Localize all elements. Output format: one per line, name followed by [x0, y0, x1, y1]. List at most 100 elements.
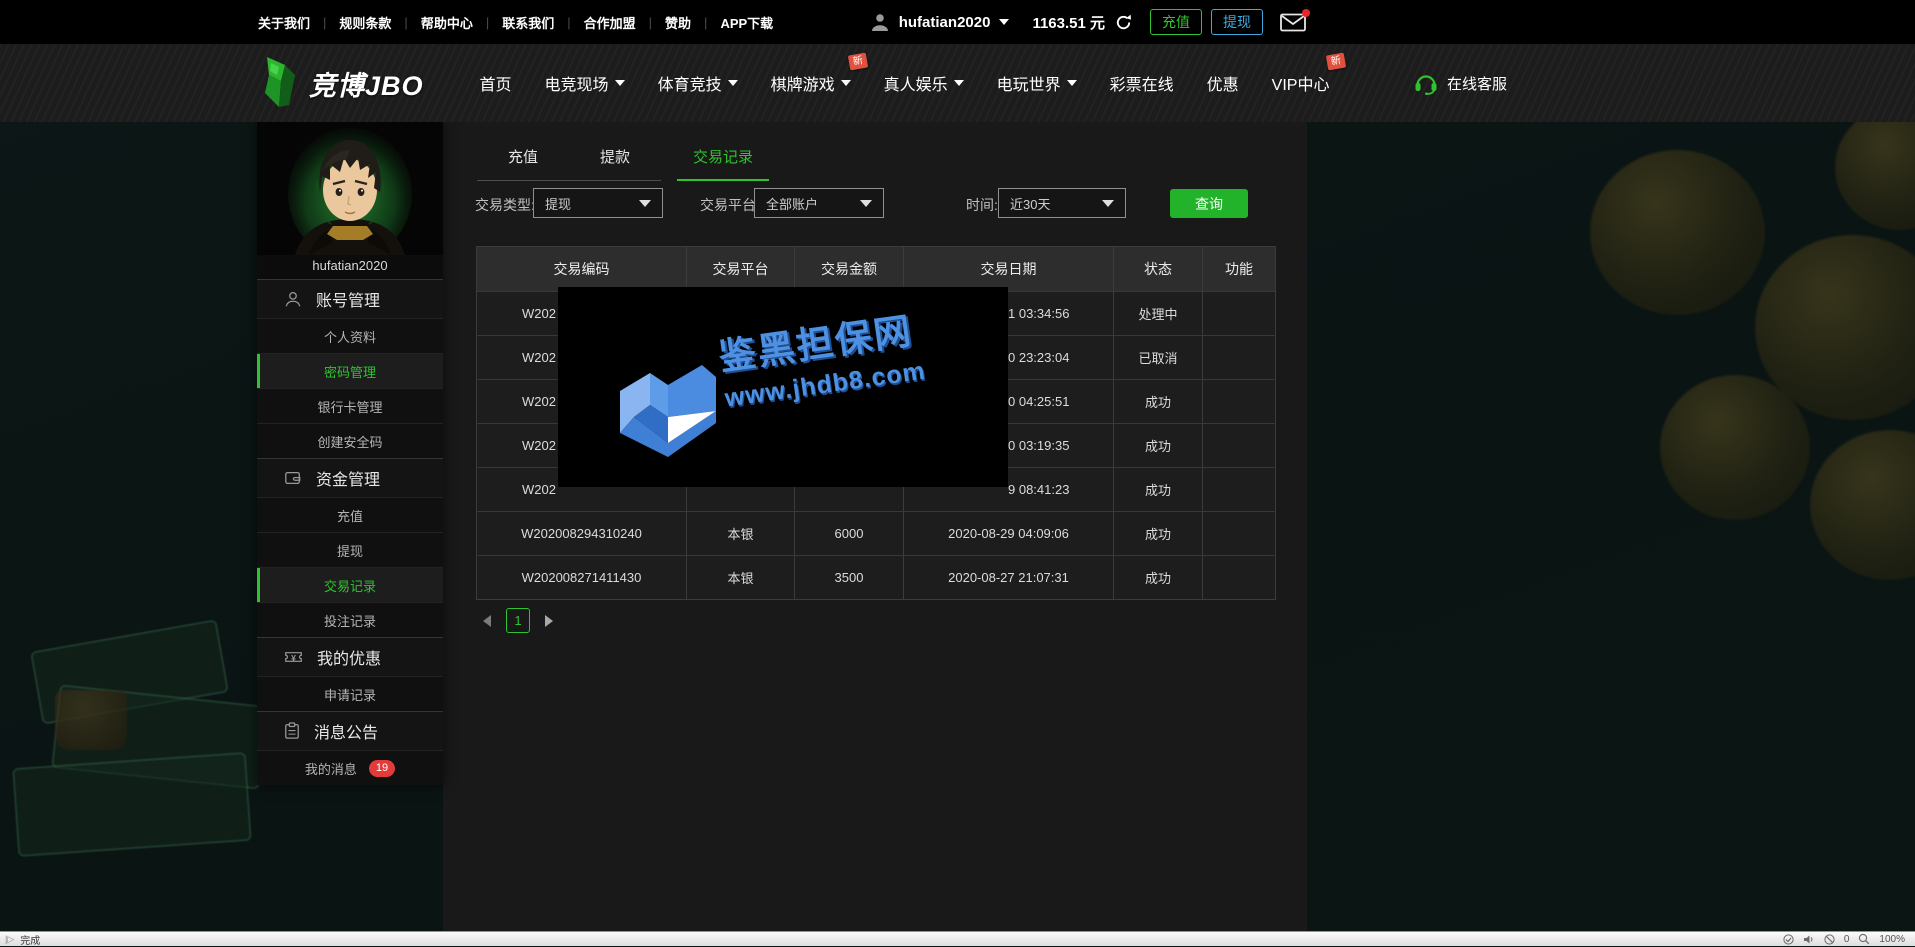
filters: 交易类型: 提现 交易平台: 全部账户 时间: 近30天 查询 [443, 188, 1307, 220]
unread-count-badge: 19 [369, 760, 395, 777]
security-check-icon[interactable] [1783, 934, 1794, 945]
transaction-type-select[interactable]: 提现 [533, 188, 663, 218]
watermark-text: 鉴黑担保网 www.jhdb8.com [715, 299, 928, 413]
coin-decor [1590, 150, 1765, 315]
cell-code: W202008271411430 [477, 556, 687, 599]
cell-actions [1203, 336, 1275, 379]
tab-item[interactable]: 充值 [477, 146, 569, 181]
logo-text: 竞博JBO [309, 64, 424, 103]
chevron-down-icon [841, 80, 851, 86]
headset-icon [1414, 72, 1438, 95]
sidebar-section-header[interactable]: 账号管理 [257, 279, 443, 318]
sidebar-item[interactable]: 创建安全码 [257, 423, 443, 458]
cell-actions [1203, 424, 1275, 467]
sidebar-item[interactable]: 我的消息19 [257, 750, 443, 785]
chevron-down-icon [1102, 200, 1114, 207]
cell-actions [1203, 292, 1275, 335]
sidebar-section-title: 我的优惠 [317, 645, 381, 669]
cell-amount: 6000 [795, 512, 904, 555]
sidebar-item[interactable]: 投注记录 [257, 602, 443, 637]
topbar-link[interactable]: 赞助 [665, 13, 691, 32]
cell-actions [1203, 512, 1275, 555]
refresh-icon[interactable] [1114, 13, 1133, 32]
column-header: 交易编码 [477, 247, 687, 291]
nav-item[interactable]: 真人娱乐 [884, 71, 964, 95]
nav-item[interactable]: 体育竞技 [658, 71, 738, 95]
tab-item[interactable]: 提款 [569, 146, 661, 181]
nav-item[interactable]: 棋牌游戏新 [771, 71, 851, 95]
cell-actions [1203, 556, 1275, 599]
watermark-logo [616, 359, 720, 464]
cell-code: W202008294310240 [477, 512, 687, 555]
customer-service[interactable]: 在线客服 [1414, 72, 1507, 95]
customer-service-label: 在线客服 [1447, 73, 1507, 94]
sidebar-item[interactable]: 提现 [257, 532, 443, 567]
cell-platform: 本银 [687, 556, 795, 599]
zoom-icon[interactable] [1858, 933, 1870, 945]
chevron-down-icon [639, 200, 651, 207]
table-row: W202008271411430本银35002020-08-27 21:07:3… [477, 555, 1275, 599]
navbar: 竞博JBO 首页 电竞现场 体育竞技 棋牌游戏新 真人娱乐 电玩世界 彩票在线 优惠 VIP中心… [0, 44, 1915, 122]
topbar-link[interactable]: 联系我们 [502, 13, 554, 32]
table-row: W202008294310240本银60002020-08-29 04:09:0… [477, 511, 1275, 555]
speaker-icon[interactable] [1803, 934, 1815, 945]
next-page-button[interactable] [545, 615, 553, 627]
user-icon [870, 12, 890, 32]
chevron-down-icon [954, 80, 964, 86]
logo[interactable]: 竞博JBO [255, 55, 424, 111]
page-number[interactable]: 1 [506, 608, 530, 633]
nav-item[interactable]: 优惠 [1207, 71, 1239, 95]
avatar [257, 122, 443, 255]
topbar-link[interactable]: APP下载 [720, 13, 773, 32]
search-button[interactable]: 查询 [1170, 189, 1248, 218]
chevron-down-icon [615, 80, 625, 86]
cell-status: 处理中 [1114, 292, 1203, 335]
nav-item[interactable]: 电竞现场 [545, 71, 625, 95]
sidebar-item[interactable]: 申请记录 [257, 676, 443, 711]
topbar-link[interactable]: 关于我们 [258, 13, 310, 32]
username[interactable]: hufatian2020 [899, 14, 991, 31]
mail-icon[interactable] [1280, 13, 1306, 32]
topbar-links: 关于我们|规则条款|帮助中心|联系我们|合作加盟|赞助|APP下载 [258, 13, 773, 32]
time-range-select[interactable]: 近30天 [998, 188, 1126, 218]
sidebar-item[interactable]: 银行卡管理 [257, 388, 443, 423]
column-header: 功能 [1203, 247, 1275, 291]
prev-page-button[interactable] [483, 615, 491, 627]
sidebar-item[interactable]: 交易记录 [257, 567, 443, 602]
topbar-link[interactable]: 合作加盟 [584, 13, 636, 32]
balance: 1163.51 元 [1032, 12, 1105, 33]
blocked-popups-icon[interactable] [1824, 934, 1835, 945]
nav-item[interactable]: 彩票在线 [1110, 71, 1174, 95]
nav-item-label: 彩票在线 [1110, 71, 1174, 95]
watermark-overlay: 鉴黑担保网 www.jhdb8.com [558, 287, 1008, 487]
cell-status: 成功 [1114, 424, 1203, 467]
filter-label-type: 交易类型: [475, 195, 535, 215]
sidebar-section-title: 账号管理 [316, 287, 380, 311]
sidebar-item[interactable]: 密码管理 [257, 353, 443, 388]
cell-status: 成功 [1114, 556, 1203, 599]
separator: | [649, 15, 652, 30]
table-header-row: 交易编码交易平台交易金额交易日期状态功能 [477, 247, 1275, 291]
tab-active[interactable]: 交易记录 [677, 146, 769, 181]
cell-status: 成功 [1114, 512, 1203, 555]
sidebar-item[interactable]: 个人资料 [257, 318, 443, 353]
sidebar-section-header[interactable]: 消息公告 [257, 711, 443, 750]
chevron-down-icon [1067, 80, 1077, 86]
nav-item[interactable]: 电玩世界 [997, 71, 1077, 95]
resize-grip-icon: |▷ [5, 934, 14, 945]
nav-item-label: 棋牌游戏 [771, 71, 835, 95]
svg-text:¥: ¥ [291, 653, 296, 663]
topbar-link[interactable]: 帮助中心 [421, 13, 473, 32]
nav-item[interactable]: VIP中心新 [1272, 71, 1330, 95]
withdraw-button[interactable]: 提现 [1211, 9, 1263, 35]
nav-item[interactable]: 首页 [480, 71, 512, 95]
tabs: 充值提款交易记录 [477, 146, 769, 181]
sidebar-section-header[interactable]: 资金管理 [257, 458, 443, 497]
recharge-button[interactable]: 充值 [1150, 9, 1202, 35]
topbar-link[interactable]: 规则条款 [339, 13, 391, 32]
chevron-down-icon[interactable] [999, 19, 1009, 25]
sidebar-section-title: 资金管理 [316, 466, 380, 490]
platform-select[interactable]: 全部账户 [754, 188, 884, 218]
sidebar-item[interactable]: 充值 [257, 497, 443, 532]
sidebar-section-header[interactable]: ¥ 我的优惠 [257, 637, 443, 676]
